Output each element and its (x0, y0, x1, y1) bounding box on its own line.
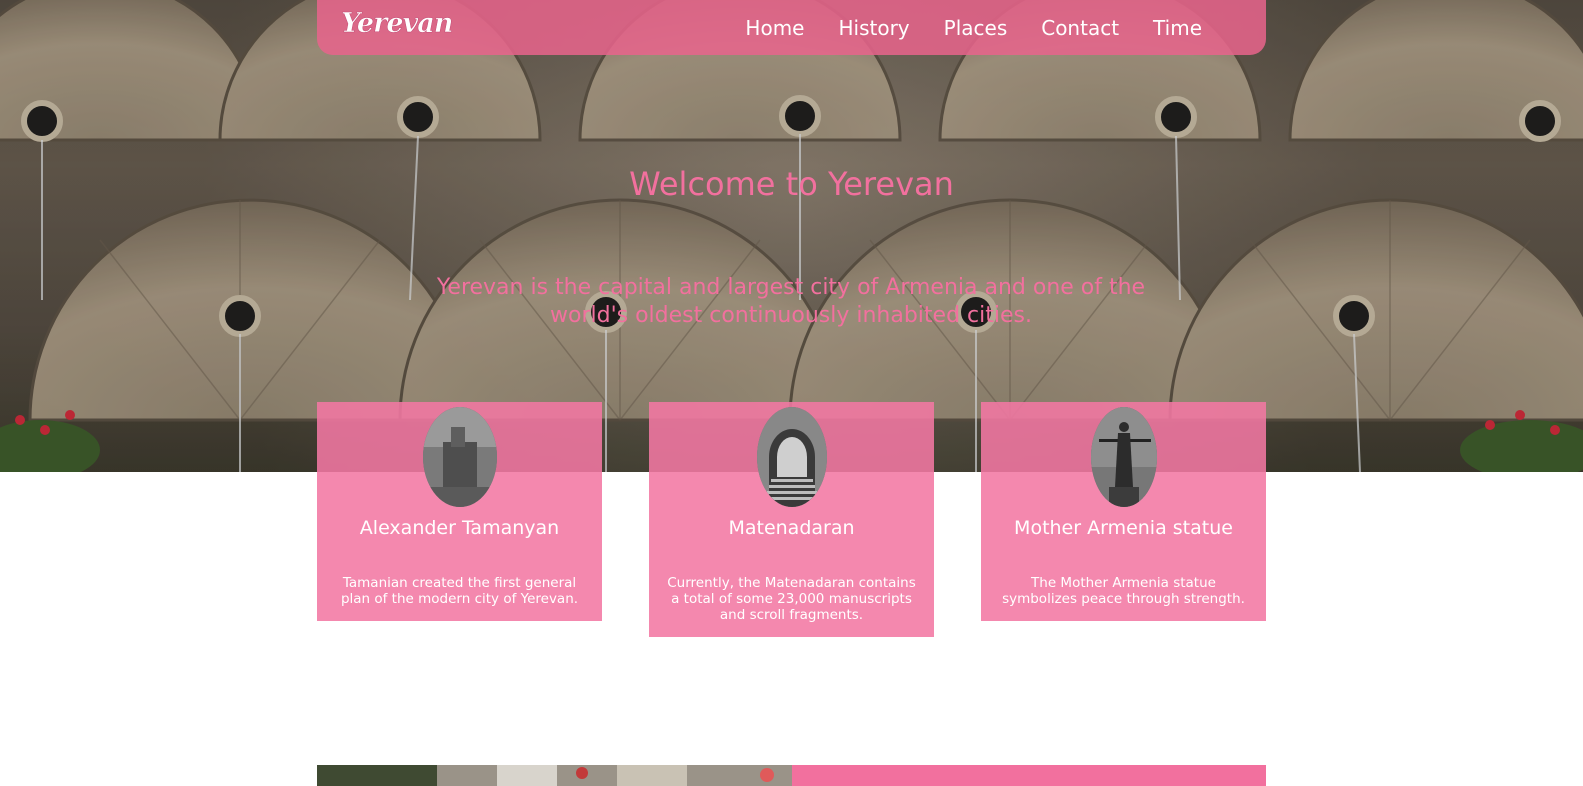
hero-subtitle: Yerevan is the capital and largest city … (436, 275, 1146, 328)
nav-link-time[interactable]: Time (1153, 16, 1202, 40)
card-title: Matenadaran (728, 517, 855, 539)
card-mother-armenia: Mother Armenia statue The Mother Armenia… (981, 402, 1266, 621)
nav-link-contact[interactable]: Contact (1041, 16, 1119, 40)
site-logo[interactable]: Yerevan (341, 8, 454, 40)
nav-link-home[interactable]: Home (745, 16, 804, 40)
mother-armenia-image (1090, 407, 1157, 507)
card-title: Mother Armenia statue (1014, 517, 1233, 539)
nav-link-history[interactable]: History (838, 16, 909, 40)
card-matenadaran: Matenadaran Currently, the Matenadaran c… (649, 402, 934, 637)
nav-links: Home History Places Contact Time (745, 16, 1202, 40)
card-title: Alexander Tamanyan (359, 517, 560, 539)
next-section-preview (317, 765, 1266, 786)
nav-link-places[interactable]: Places (944, 16, 1008, 40)
city-photo (317, 765, 792, 786)
hero-title: Welcome to Yerevan (629, 165, 954, 203)
top-navbar: Yerevan Home History Places Contact Time (317, 0, 1266, 55)
card-text: The Mother Armenia statue symbolizes pea… (1002, 575, 1245, 607)
tamanyan-monument-image (422, 407, 497, 507)
card-tamanyan: Alexander Tamanyan Tamanian created the … (317, 402, 602, 621)
card-text: Currently, the Matenadaran contains a to… (667, 575, 916, 623)
matenadaran-image (756, 407, 827, 507)
card-text: Tamanian created the first general plan … (340, 575, 579, 607)
